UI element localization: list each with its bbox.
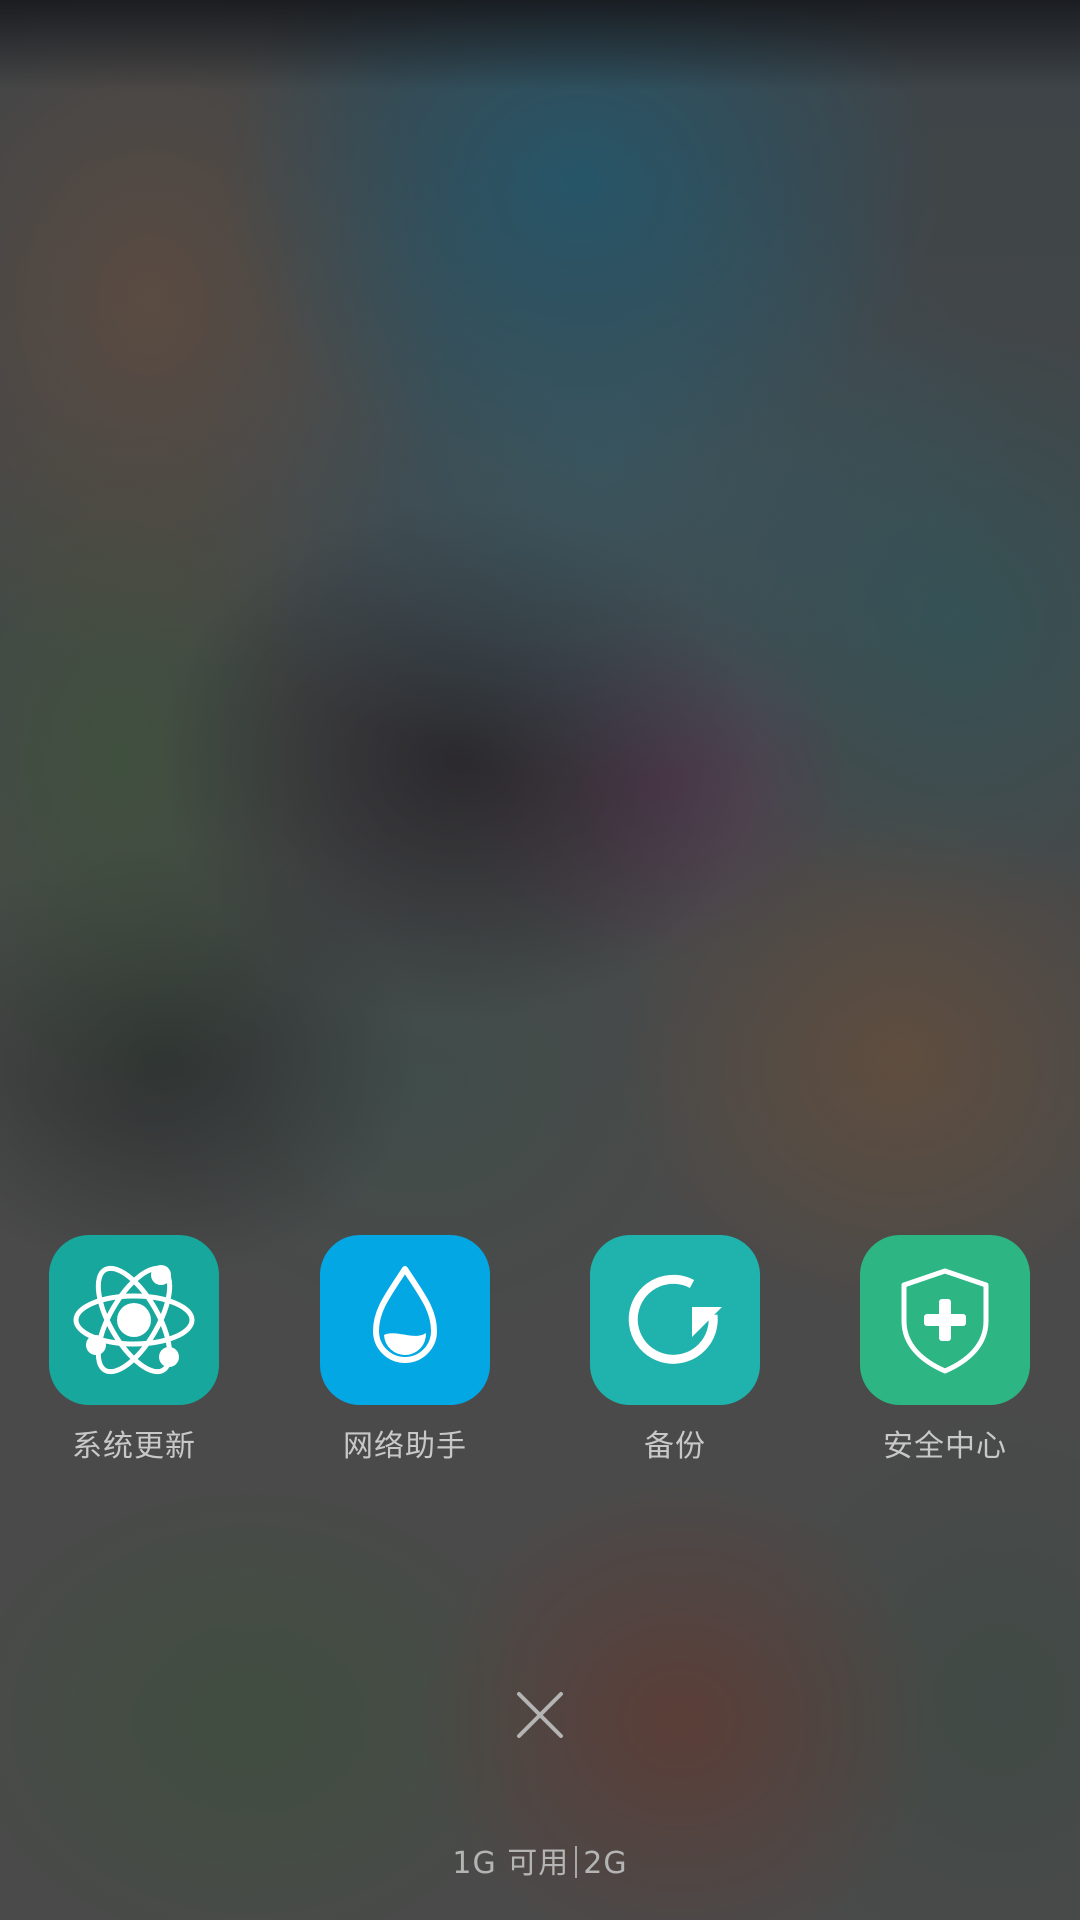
close-button[interactable] bbox=[500, 1675, 580, 1755]
app-label: 系统更新 bbox=[72, 1429, 196, 1464]
app-network-assistant[interactable]: 网络助手 bbox=[320, 1235, 490, 1465]
app-backup[interactable]: 备份 bbox=[590, 1235, 760, 1465]
app-label: 备份 bbox=[644, 1429, 706, 1464]
shield-plus-icon bbox=[860, 1235, 1030, 1405]
app-system-update[interactable]: 系统更新 bbox=[49, 1235, 219, 1465]
quick-app-row: 系统更新 网络助手 备份 安全中心 bbox=[0, 1235, 1080, 1475]
refresh-arrow-icon bbox=[590, 1235, 760, 1405]
atom-icon bbox=[49, 1235, 219, 1405]
app-label: 网络助手 bbox=[343, 1429, 467, 1464]
close-icon bbox=[517, 1692, 563, 1738]
water-drop-icon bbox=[320, 1235, 490, 1405]
memory-total: 2G bbox=[583, 1846, 628, 1881]
app-label: 安全中心 bbox=[883, 1429, 1007, 1464]
app-security-center[interactable]: 安全中心 bbox=[860, 1235, 1030, 1465]
memory-divider bbox=[575, 1846, 578, 1878]
memory-status: 1G 可用 2G bbox=[0, 1838, 1080, 1882]
blurred-wallpaper-background bbox=[0, 0, 1080, 1920]
memory-available: 1G 可用 bbox=[452, 1846, 570, 1881]
